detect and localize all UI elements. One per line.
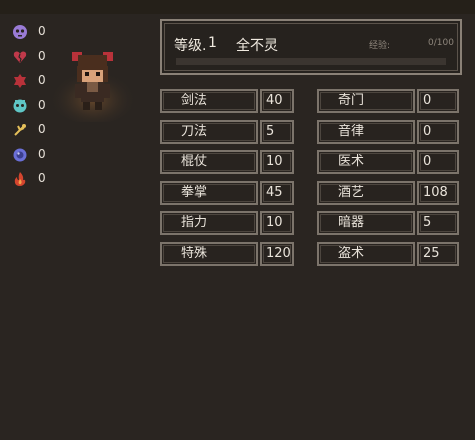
exp-label: 经验:: [369, 41, 391, 51]
stat-label: 拳掌: [160, 180, 258, 205]
stat-label: 酒艺: [317, 180, 415, 205]
stat-value: 25: [417, 241, 459, 266]
stat-label: 指力: [160, 211, 258, 235]
broken-heart-icon: [13, 51, 27, 63]
stat-value: 0: [417, 119, 459, 144]
stat-value: 0: [417, 89, 459, 113]
yellow-spark-icon: [14, 124, 26, 136]
status-count: 0: [38, 97, 46, 112]
stat-label: 医术: [317, 150, 415, 174]
teal-skull-icon: [13, 99, 27, 112]
level-label: 等级.: [174, 38, 207, 54]
stat-label: 暗器: [317, 211, 415, 235]
exp-progress-bar: [176, 58, 446, 65]
stat-value: 108: [417, 180, 459, 205]
level-value: 1: [208, 35, 217, 51]
stat-value: 5: [417, 211, 459, 235]
status-count: 0: [38, 146, 46, 161]
stat-value: 40: [260, 89, 294, 113]
stat-value: 5: [260, 119, 294, 144]
status-count: 0: [38, 48, 46, 63]
status-count: 0: [38, 24, 46, 38]
stat-label: 特殊: [160, 241, 258, 266]
status-count: 0: [38, 122, 46, 136]
red-flame-icon: [14, 172, 26, 186]
exp-value: 0/100: [428, 38, 454, 48]
red-blob-icon: [14, 74, 26, 88]
status-counter-blue-orb[interactable]: 0: [8, 145, 58, 170]
top-strip: [0, 0, 475, 14]
stat-value: 120: [260, 241, 294, 266]
stat-label: 棍仗: [160, 150, 258, 174]
status-counter-red-flame[interactable]: 0: [8, 169, 58, 194]
stat-label: 音律: [317, 119, 415, 144]
status-count: 0: [38, 73, 46, 87]
stat-value: 0: [417, 150, 459, 174]
character-portrait[interactable]: [48, 42, 138, 122]
status-counter-yellow-spark[interactable]: 0: [8, 120, 58, 145]
character-level-panel: 等级. 1 全不灵 经验: 0/100: [160, 19, 462, 75]
blue-orb-icon: [13, 148, 27, 161]
stat-label: 奇门: [317, 89, 415, 113]
stat-value: 10: [260, 211, 294, 235]
stat-label: 剑法: [160, 89, 258, 113]
status-count: 0: [38, 171, 46, 185]
stat-value: 10: [260, 150, 294, 174]
purple-skull-icon: [13, 25, 27, 39]
stat-value: 45: [260, 180, 294, 205]
character-name: 全不灵: [236, 38, 278, 54]
stat-label: 盗术: [317, 241, 415, 266]
stat-label: 刀法: [160, 119, 258, 144]
